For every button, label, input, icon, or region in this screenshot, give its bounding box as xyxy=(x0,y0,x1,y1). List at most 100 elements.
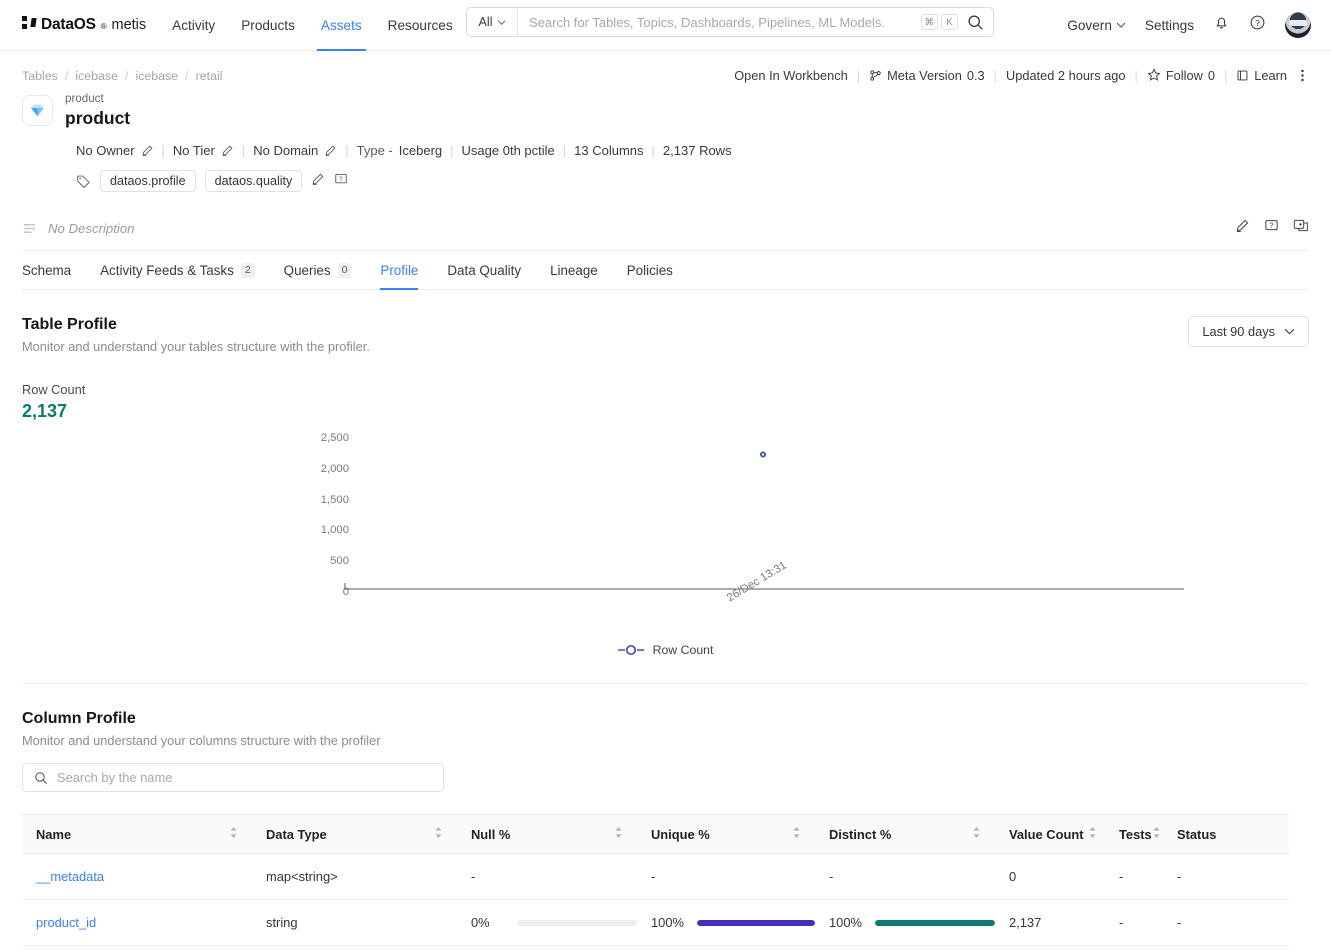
nav-item-activity[interactable]: Activity xyxy=(172,0,215,51)
column-header-data-type[interactable]: Data Type xyxy=(252,814,457,854)
breadcrumb-item-0[interactable]: Tables xyxy=(22,69,58,83)
tab-badge: 0 xyxy=(337,263,352,278)
page-title: product xyxy=(65,108,131,128)
column-link[interactable]: product_id xyxy=(36,915,96,930)
tag-help-icon[interactable]: ? xyxy=(334,172,348,191)
more-options-icon[interactable] xyxy=(1296,68,1309,83)
kebab-menu-icon xyxy=(1301,69,1304,81)
breadcrumb-item-1[interactable]: icebase xyxy=(75,69,118,83)
header-label: Name xyxy=(36,826,72,842)
column-header-null-pct[interactable]: Null % xyxy=(457,814,637,854)
header-label: Value Count xyxy=(1009,826,1084,842)
legend-label-row-count: Row Count xyxy=(652,643,714,657)
table-profile-header: Table Profile Monitor and understand you… xyxy=(22,316,1309,354)
cell-unique-pct: 0% xyxy=(637,945,815,951)
search-icon xyxy=(35,771,47,784)
tab-profile[interactable]: Profile xyxy=(380,251,419,290)
column-link[interactable]: __metadata xyxy=(36,869,104,884)
tag-chip-profile[interactable]: dataos.profile xyxy=(100,170,196,192)
dataos-logo-icon xyxy=(22,16,37,29)
tag-chip-quality[interactable]: dataos.quality xyxy=(204,170,303,192)
edit-pencil-icon xyxy=(142,145,153,157)
domain-field[interactable]: No Domain xyxy=(253,143,337,158)
tab-label: Policies xyxy=(626,263,673,278)
tier-field[interactable]: No Tier xyxy=(173,143,234,158)
request-description-icon[interactable]: ? xyxy=(1264,218,1279,238)
learn-button[interactable]: Learn xyxy=(1236,68,1287,83)
search-scope-dropdown[interactable]: All xyxy=(467,8,518,36)
notifications-bell-icon[interactable] xyxy=(1213,14,1230,36)
column-search-input[interactable] xyxy=(57,770,432,785)
follow-button[interactable]: Follow 0 xyxy=(1147,68,1215,83)
iceberg-table-icon xyxy=(22,95,53,126)
tab-lineage[interactable]: Lineage xyxy=(550,251,598,289)
meta-version-label: Meta Version xyxy=(887,67,962,83)
tab-queries[interactable]: Queries 0 xyxy=(284,251,352,289)
govern-menu[interactable]: Govern xyxy=(1067,18,1126,33)
search-submit-icon[interactable] xyxy=(967,14,984,31)
column-header-unique-pct[interactable]: Unique % xyxy=(637,814,815,854)
chart-plot-area xyxy=(344,451,1184,590)
sort-icon[interactable] xyxy=(1152,826,1161,842)
edit-description-icon[interactable] xyxy=(1235,218,1250,238)
edit-tags-icon[interactable] xyxy=(311,172,325,191)
edit-pencil-icon xyxy=(325,145,336,157)
breadcrumb: Tables / icebase / icebase / retail xyxy=(22,69,222,83)
divider: | xyxy=(450,143,454,158)
open-in-workbench-button[interactable]: Open In Workbench xyxy=(734,68,848,83)
divider: | xyxy=(161,143,165,158)
date-range-dropdown[interactable]: Last 90 days xyxy=(1188,316,1309,347)
meta-version-item[interactable]: Meta Version 0.3 xyxy=(869,68,985,83)
sort-icon[interactable] xyxy=(614,826,623,842)
row-count: 2,137 Rows xyxy=(662,143,732,158)
cell-status: - xyxy=(1163,899,1289,946)
sort-icon[interactable] xyxy=(972,826,981,842)
column-header-tests[interactable]: Tests xyxy=(1105,814,1163,854)
tab-policies[interactable]: Policies xyxy=(627,251,673,289)
sort-icon[interactable] xyxy=(434,826,443,842)
header-label: Distinct % xyxy=(829,826,892,842)
brand-logo[interactable]: DataOS ® metis xyxy=(22,16,146,34)
table-header-row: Name Data Type Null % Unique % Distinct … xyxy=(22,814,1289,854)
tab-label: Profile xyxy=(380,263,419,278)
sort-icon[interactable] xyxy=(792,826,801,842)
cell-null-pct: - xyxy=(457,853,637,900)
header-label: Data Type xyxy=(266,826,327,842)
sort-icon[interactable] xyxy=(1088,826,1097,842)
header-label: Status xyxy=(1177,826,1217,842)
asset-tabs: Schema Activity Feeds & Tasks 2 Queries … xyxy=(22,251,1309,290)
follow-count: 0 xyxy=(1207,67,1215,83)
nav-item-resources[interactable]: Resources xyxy=(388,0,453,51)
column-header-name[interactable]: Name xyxy=(22,814,252,854)
settings-link[interactable]: Settings xyxy=(1145,18,1194,33)
sort-icon[interactable] xyxy=(229,826,238,842)
svg-text:?: ? xyxy=(1255,18,1260,28)
nav-item-assets[interactable]: Assets xyxy=(316,0,366,51)
user-avatar[interactable] xyxy=(1285,12,1311,38)
search-input[interactable] xyxy=(518,9,921,35)
help-icon[interactable]: ? xyxy=(1249,14,1266,36)
column-header-distinct-pct[interactable]: Distinct % xyxy=(815,814,995,854)
description-lines-icon xyxy=(23,223,36,233)
tab-data-quality[interactable]: Data Quality xyxy=(447,251,521,289)
tier-value: No Tier xyxy=(172,143,215,158)
copy-link-icon[interactable] xyxy=(1293,218,1309,238)
cell-tests: - xyxy=(1105,853,1163,900)
tab-activity-feeds-tasks[interactable]: Activity Feeds & Tasks 2 xyxy=(100,251,255,289)
divider: | xyxy=(345,143,349,158)
owner-field[interactable]: No Owner xyxy=(76,143,154,158)
updated-timestamp: Updated 2 hours ago xyxy=(1005,67,1126,83)
description-left: No Description xyxy=(22,221,135,248)
cell-distinct-pct: 2% xyxy=(815,945,995,951)
tab-schema[interactable]: Schema xyxy=(22,251,71,289)
divider: | xyxy=(856,67,861,83)
cell-data-type: string xyxy=(252,899,457,946)
cell-value-count: 0 xyxy=(995,853,1105,900)
legend-marker-row-count[interactable] xyxy=(617,644,644,656)
top-navigation-bar: DataOS ® metis Activity Products Assets R… xyxy=(0,0,1331,51)
table-profile-subtitle: Monitor and understand your tables struc… xyxy=(22,339,370,354)
nav-item-products[interactable]: Products xyxy=(241,0,295,51)
breadcrumb-item-2[interactable]: icebase xyxy=(135,69,178,83)
breadcrumb-item-3[interactable]: retail xyxy=(196,69,223,83)
column-header-value-count[interactable]: Value Count xyxy=(995,814,1105,854)
